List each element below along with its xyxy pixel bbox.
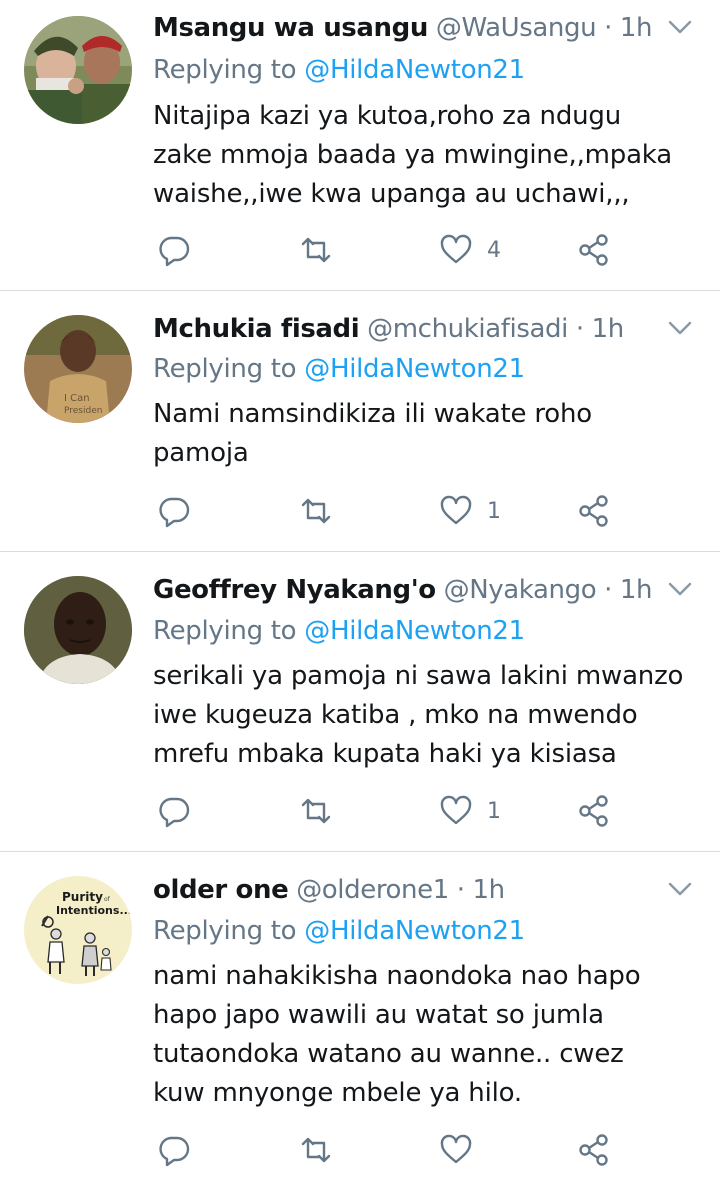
share-icon	[577, 233, 611, 267]
author-name[interactable]: Geoffrey Nyakang'o	[153, 575, 436, 605]
share-button[interactable]	[577, 230, 611, 270]
replies-feed: Msangu wa usangu @WaUsangu · 1h Replying…	[0, 0, 720, 1192]
tweet-text: nami nahakikisha naondoka nao hapo hapo …	[153, 961, 641, 1108]
author-handle[interactable]: @WaUsangu	[436, 13, 597, 43]
reply-icon	[157, 494, 191, 528]
share-button[interactable]	[577, 1130, 611, 1170]
reply-button[interactable]	[157, 491, 191, 531]
retweet-icon	[299, 794, 333, 828]
tweet-actions	[153, 1130, 623, 1170]
reply-icon	[157, 233, 191, 267]
tweet-text: Nami namsindikiza ili wakate roho pamoja	[153, 399, 592, 468]
retweet-icon	[299, 1133, 333, 1167]
tweet[interactable]: Geoffrey Nyakang'o @Nyakango · 1h Replyi…	[0, 552, 720, 852]
replying-to: Replying to @HildaNewton21	[153, 614, 525, 648]
chevron-down-icon[interactable]	[666, 319, 694, 339]
chevron-down-icon[interactable]	[666, 18, 694, 38]
like-button[interactable]	[439, 1130, 487, 1170]
like-button[interactable]: 4	[439, 230, 501, 270]
like-count: 1	[487, 798, 501, 824]
timestamp[interactable]: 1h	[473, 875, 506, 905]
like-count: 1	[487, 498, 501, 524]
author-name[interactable]: older one	[153, 875, 289, 905]
reply-button[interactable]	[157, 1130, 191, 1170]
replying-to-label: Replying to	[153, 55, 297, 85]
share-button[interactable]	[577, 791, 611, 831]
like-button[interactable]: 1	[439, 791, 501, 831]
avatar-logo-text: Intentions...	[56, 904, 132, 917]
reply-button[interactable]	[157, 791, 191, 831]
share-icon	[577, 1133, 611, 1167]
share-icon	[577, 794, 611, 828]
retweet-button[interactable]	[299, 491, 333, 531]
author-handle[interactable]: @Nyakango	[444, 575, 597, 605]
retweet-icon	[299, 494, 333, 528]
reply-icon	[157, 794, 191, 828]
tweet-actions: 4	[153, 230, 623, 270]
tweet[interactable]: Msangu wa usangu @WaUsangu · 1h Replying…	[0, 0, 720, 291]
separator-dot: ·	[575, 314, 584, 344]
author-name[interactable]: Mchukia fisadi	[153, 314, 360, 344]
separator-dot: ·	[456, 875, 465, 905]
timestamp[interactable]: 1h	[620, 575, 653, 605]
avatar-logo-text: of	[104, 896, 111, 903]
tweet-text: serikali ya pamoja ni sawa lakini mwanzo…	[153, 661, 684, 769]
chevron-down-icon[interactable]	[666, 580, 694, 600]
tweet[interactable]: Purity of Intentions... older one @older…	[0, 852, 720, 1192]
share-icon	[577, 494, 611, 528]
tweet-actions: 1	[153, 491, 623, 531]
retweet-icon	[299, 233, 333, 267]
replying-to-label: Replying to	[153, 616, 297, 646]
replying-to-label: Replying to	[153, 916, 297, 946]
author-name[interactable]: Msangu wa usangu	[153, 13, 428, 43]
timestamp[interactable]: 1h	[620, 13, 653, 43]
separator-dot: ·	[604, 13, 612, 43]
reply-icon	[157, 1133, 191, 1167]
like-button[interactable]: 1	[439, 491, 501, 531]
avatar[interactable]: I Can Presiden	[24, 315, 132, 423]
heart-icon	[439, 1133, 473, 1167]
mention-link[interactable]: @HildaNewton21	[304, 616, 525, 646]
replying-to: Replying to @HildaNewton21	[153, 352, 525, 386]
retweet-button[interactable]	[299, 1130, 333, 1170]
like-count: 4	[487, 237, 501, 263]
avatar[interactable]: Purity of Intentions...	[24, 876, 132, 984]
avatar[interactable]	[24, 576, 132, 684]
avatar-logo-text: Purity	[62, 890, 103, 904]
heart-icon	[439, 794, 473, 828]
reply-button[interactable]	[157, 230, 191, 270]
replying-to: Replying to @HildaNewton21	[153, 914, 525, 948]
author-handle[interactable]: @mchukiafisadi	[367, 314, 568, 344]
author-handle[interactable]: @olderone1	[296, 875, 449, 905]
chevron-down-icon[interactable]	[666, 880, 694, 900]
replying-to-label: Replying to	[153, 354, 297, 384]
tweet-actions: 1	[153, 791, 623, 831]
retweet-button[interactable]	[299, 791, 333, 831]
tweet-text: Nitajipa kazi ya kutoa,roho za ndugu zak…	[153, 101, 672, 209]
svg-text:Presiden: Presiden	[64, 406, 102, 416]
avatar[interactable]	[24, 16, 132, 124]
mention-link[interactable]: @HildaNewton21	[304, 55, 525, 85]
retweet-button[interactable]	[299, 230, 333, 270]
timestamp[interactable]: 1h	[592, 314, 625, 344]
share-button[interactable]	[577, 491, 611, 531]
replying-to: Replying to @HildaNewton21	[153, 53, 525, 87]
svg-text:I Can: I Can	[64, 393, 90, 404]
tweet[interactable]: I Can Presiden Mchukia fisadi @mchukiafi…	[0, 291, 720, 552]
mention-link[interactable]: @HildaNewton21	[304, 354, 525, 384]
heart-icon	[439, 233, 473, 267]
mention-link[interactable]: @HildaNewton21	[304, 916, 525, 946]
separator-dot: ·	[604, 575, 612, 605]
heart-icon	[439, 494, 473, 528]
